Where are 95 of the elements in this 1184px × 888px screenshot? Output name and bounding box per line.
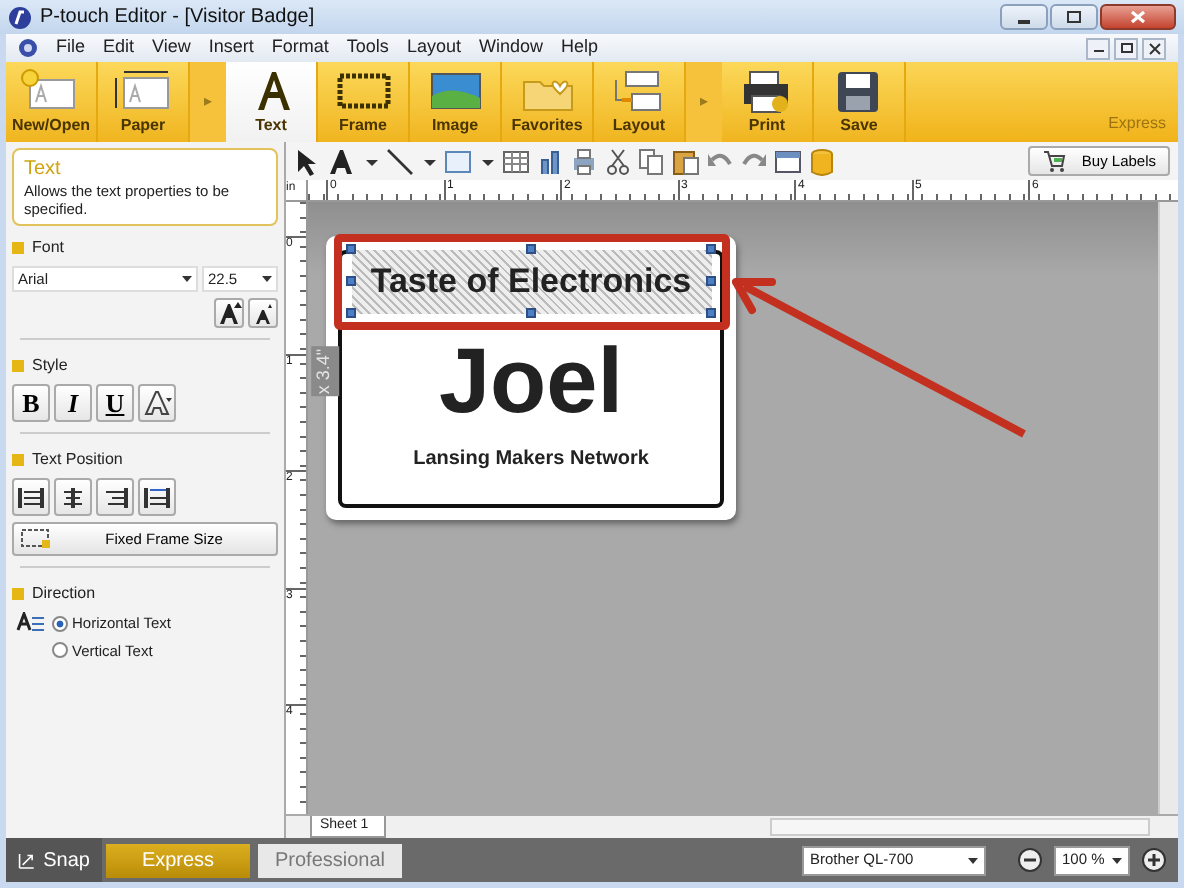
section-heading: Text Position <box>32 448 123 473</box>
grow-font-button[interactable] <box>214 298 244 329</box>
paper-icon <box>111 68 175 114</box>
ribbon-button[interactable]: Frame <box>318 62 410 142</box>
line-icon[interactable] <box>386 147 414 175</box>
alignment-button[interactable] <box>54 478 92 517</box>
vertical-scrollbar[interactable] <box>1158 202 1178 814</box>
section-heading: Style <box>32 354 68 379</box>
paste-icon[interactable] <box>672 147 700 175</box>
restore-icon <box>1117 39 1135 57</box>
restore-icon <box>1066 10 1082 24</box>
caret-icon <box>182 276 192 283</box>
minimize-button[interactable] <box>1000 4 1048 30</box>
label-size-note: x 3.4" <box>311 346 339 397</box>
ribbon-button[interactable]: Favorites <box>502 62 594 142</box>
selection-handle[interactable] <box>705 307 715 317</box>
ribbon-button[interactable]: Save <box>814 62 906 142</box>
caret-icon <box>1112 857 1122 863</box>
mode-tab[interactable]: Professional <box>258 843 402 877</box>
close-icon <box>1130 10 1146 24</box>
snap-icon <box>18 849 36 871</box>
large-letter-a-icon <box>217 301 241 326</box>
mode-label: Express <box>1106 112 1168 136</box>
scissors-icon[interactable] <box>604 147 632 175</box>
menu-item[interactable]: Edit <box>103 34 135 62</box>
copy-icon[interactable] <box>638 147 666 175</box>
shopping-cart-icon <box>1041 150 1066 172</box>
letter-a-icon[interactable] <box>328 147 356 175</box>
section-heading: Font <box>32 236 65 261</box>
snap-button[interactable]: Snap <box>6 838 102 882</box>
menu-item[interactable]: View <box>152 34 191 62</box>
small-letter-a-icon <box>251 301 275 326</box>
window-icon[interactable] <box>774 147 802 175</box>
section-marker-icon <box>12 242 24 255</box>
close-button[interactable] <box>1142 37 1166 59</box>
radio-button[interactable] <box>52 642 68 659</box>
shrink-font-button[interactable] <box>248 298 278 329</box>
menu-item[interactable]: Window <box>478 34 543 62</box>
label-organization: Lansing Makers Network <box>411 445 651 473</box>
style-button[interactable]: I <box>54 384 92 423</box>
minimize-button[interactable] <box>1086 37 1110 59</box>
selection-handle[interactable] <box>705 275 715 286</box>
horizontal-scrollbar[interactable] <box>770 818 1150 836</box>
ribbon-button[interactable]: Print <box>722 62 814 142</box>
section-heading: Direction <box>32 582 96 607</box>
ribbon-button[interactable]: Image <box>410 62 502 142</box>
outlined-letter-a-icon <box>143 390 171 417</box>
ribbon-button[interactable]: New/Open <box>6 62 98 142</box>
table-icon[interactable] <box>502 147 530 175</box>
selection-handle[interactable] <box>525 244 535 254</box>
close-button[interactable] <box>1100 4 1176 30</box>
text-effect-button[interactable] <box>138 384 176 423</box>
alignment-button[interactable] <box>138 478 176 517</box>
restore-button[interactable] <box>1114 37 1138 59</box>
chart-icon[interactable] <box>536 147 564 175</box>
label-name: Joel <box>436 333 626 425</box>
selection-handle[interactable] <box>705 244 715 254</box>
section-marker-icon <box>12 588 24 601</box>
panel-title: Text <box>24 156 63 184</box>
left-align-icon <box>18 485 44 510</box>
restore-button[interactable] <box>1050 4 1098 30</box>
menu-item[interactable]: Tools <box>346 34 389 62</box>
menu-item[interactable]: Help <box>560 34 598 62</box>
menu-item[interactable]: Format <box>271 34 329 62</box>
alignment-button[interactable] <box>12 478 50 517</box>
menu-item[interactable]: Insert <box>208 34 254 62</box>
section-marker-icon <box>12 454 24 467</box>
style-button[interactable]: U <box>96 384 134 423</box>
ribbon-button[interactable]: Text <box>226 62 318 142</box>
text-direction-icon <box>16 612 44 633</box>
selection-handle[interactable] <box>525 307 535 317</box>
app-icon <box>8 5 32 29</box>
menu-item[interactable]: Layout <box>406 34 461 62</box>
printer-icon[interactable] <box>570 147 598 175</box>
section-marker-icon <box>12 360 24 373</box>
ribbon-button[interactable]: Layout <box>594 62 686 142</box>
selection-handle[interactable] <box>345 244 355 254</box>
close-icon <box>1145 39 1163 57</box>
justify-icon <box>144 485 170 510</box>
selection-handle[interactable] <box>345 275 355 286</box>
right-align-icon <box>102 485 128 510</box>
caret-icon <box>968 857 978 863</box>
radio-button[interactable] <box>52 615 68 632</box>
menu-item[interactable]: File <box>56 34 86 62</box>
caret-icon <box>262 276 272 283</box>
zoom-out-icon[interactable] <box>1018 848 1042 872</box>
center-align-icon <box>60 485 86 510</box>
selection-handle[interactable] <box>345 307 355 317</box>
window-title: P-touch Editor - [Visitor Badge] <box>40 4 315 32</box>
alignment-button[interactable] <box>96 478 134 517</box>
frame-size-icon <box>20 528 52 551</box>
zoom-in-icon[interactable] <box>1142 848 1166 872</box>
ribbon-button[interactable]: Paper <box>98 62 190 142</box>
style-button[interactable]: B <box>12 384 50 423</box>
label-title: Taste of Electronics <box>351 250 711 313</box>
